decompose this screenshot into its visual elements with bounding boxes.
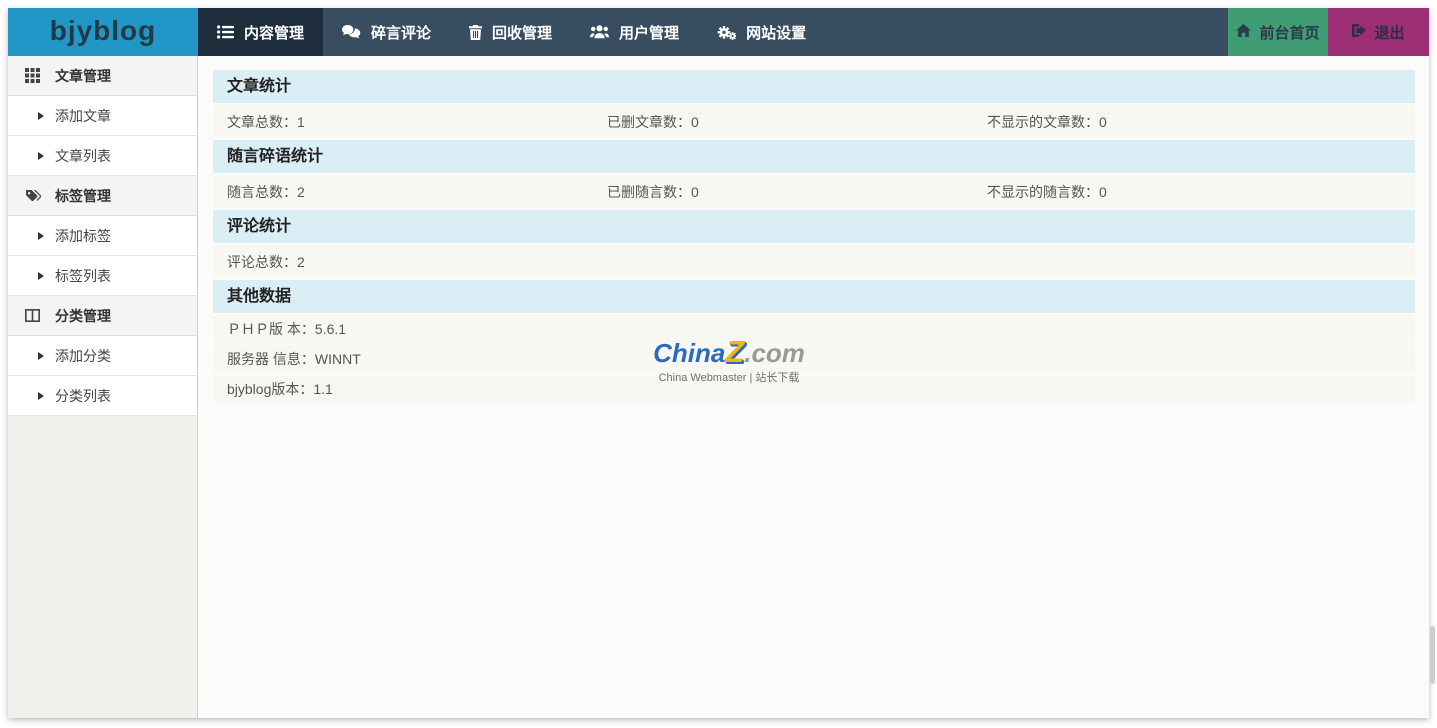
nav-item-site-settings[interactable]: 网站设置 (698, 8, 825, 56)
sidebar-group-categories[interactable]: 分类管理 (8, 296, 197, 336)
columns-icon (25, 309, 42, 322)
stat-mood-hidden: 不显示的随言数：0 (973, 182, 1353, 202)
cogs-icon (717, 25, 736, 40)
front-home-label: 前台首页 (1259, 22, 1319, 43)
chinaz-logo: ChinaZ.com (644, 338, 814, 367)
sidebar-item-label: 添加文章 (55, 106, 111, 126)
caret-right-icon (38, 392, 44, 400)
trash-icon (469, 25, 482, 40)
stat-mood-deleted: 已删随言数：0 (593, 182, 973, 202)
caret-right-icon (38, 232, 44, 240)
nav-item-label: 网站设置 (746, 22, 806, 43)
grid-icon (25, 68, 42, 83)
stat-article-deleted: 已删文章数：0 (593, 112, 973, 132)
nav-item-users[interactable]: 用户管理 (571, 8, 698, 56)
stat-article-total: 文章总数：1 (213, 112, 593, 132)
section-title-article-stats: 文章统计 (213, 70, 1415, 103)
sidebar-item-category-list[interactable]: 分类列表 (8, 376, 197, 416)
sidebar-item-add-article[interactable]: 添加文章 (8, 96, 197, 136)
sidebar-item-label: 标签列表 (55, 266, 111, 286)
list-icon (217, 25, 234, 39)
navbar-spacer (825, 8, 1228, 56)
home-icon (1236, 24, 1251, 41)
comments-icon (342, 25, 361, 40)
mood-stats-row: 随言总数：2 已删随言数：0 不显示的随言数：0 (213, 175, 1415, 208)
article-stats-row: 文章总数：1 已删文章数：0 不显示的文章数：0 (213, 105, 1415, 138)
sidebar-item-article-list[interactable]: 文章列表 (8, 136, 197, 176)
server-info-row: 服务器 信息：WINNT (213, 345, 1415, 373)
tags-icon (25, 189, 42, 203)
section-title-mood-stats: 随言碎语统计 (213, 140, 1415, 173)
app-logo: bjyblog (8, 8, 198, 56)
chinaz-watermark: ChinaZ.com China Webmaster | 站长下载 (644, 338, 814, 385)
chinaz-tagline: China Webmaster | 站长下载 (644, 369, 814, 385)
chinaz-brand-prefix: China (653, 338, 725, 368)
nav-item-label: 回收管理 (492, 22, 552, 43)
section-title-other-data: 其他数据 (213, 280, 1415, 313)
sidebar-item-label: 添加分类 (55, 346, 111, 366)
logout-label: 退出 (1374, 22, 1404, 43)
sidebar: 文章管理 添加文章 文章列表 标签管理 添加标签 标签列表 (8, 56, 198, 718)
sidebar-group-tags[interactable]: 标签管理 (8, 176, 197, 216)
php-version-row: ＰＨＰ版 本：5.6.1 (213, 315, 1415, 343)
logout-button[interactable]: 退出 (1328, 8, 1429, 56)
stat-comment-total: 评论总数：2 (213, 252, 593, 272)
stat-mood-total: 随言总数：2 (213, 182, 593, 202)
nav-item-recycle[interactable]: 回收管理 (450, 8, 571, 56)
caret-right-icon (38, 352, 44, 360)
comment-stats-row: 评论总数：2 (213, 245, 1415, 278)
users-icon (590, 25, 609, 39)
sidebar-item-add-category[interactable]: 添加分类 (8, 336, 197, 376)
stat-article-hidden: 不显示的文章数：0 (973, 112, 1353, 132)
nav-item-label: 碎言评论 (371, 22, 431, 43)
admin-window: bjyblog 内容管理 碎言评论 回收管理 用户管理 (8, 8, 1429, 718)
sidebar-group-articles[interactable]: 文章管理 (8, 56, 197, 96)
sidebar-item-add-tag[interactable]: 添加标签 (8, 216, 197, 256)
nav-item-label: 内容管理 (244, 22, 304, 43)
bjyblog-version-row: bjyblog版本：1.1 (213, 375, 1415, 403)
front-home-button[interactable]: 前台首页 (1228, 8, 1328, 56)
chinaz-brand-z: Z (725, 334, 744, 369)
top-navbar: 内容管理 碎言评论 回收管理 用户管理 网站设置 (198, 8, 1429, 56)
main-content: 文章统计 文章总数：1 已删文章数：0 不显示的文章数：0 随言碎语统计 随言总… (199, 56, 1429, 718)
vertical-scrollbar-thumb[interactable] (1430, 626, 1435, 684)
sidebar-item-tag-list[interactable]: 标签列表 (8, 256, 197, 296)
caret-right-icon (38, 272, 44, 280)
caret-right-icon (38, 112, 44, 120)
sidebar-group-label: 标签管理 (55, 186, 111, 206)
nav-item-label: 用户管理 (619, 22, 679, 43)
sidebar-item-label: 文章列表 (55, 146, 111, 166)
sign-out-icon (1352, 24, 1366, 41)
nav-item-comments[interactable]: 碎言评论 (323, 8, 450, 56)
chinaz-brand-suffix: .com (744, 338, 805, 368)
sidebar-item-label: 分类列表 (55, 386, 111, 406)
section-title-comment-stats: 评论统计 (213, 210, 1415, 243)
sidebar-item-label: 添加标签 (55, 226, 111, 246)
sidebar-group-label: 文章管理 (55, 66, 111, 86)
sidebar-group-label: 分类管理 (55, 306, 111, 326)
nav-item-content-management[interactable]: 内容管理 (198, 8, 323, 56)
caret-right-icon (38, 152, 44, 160)
